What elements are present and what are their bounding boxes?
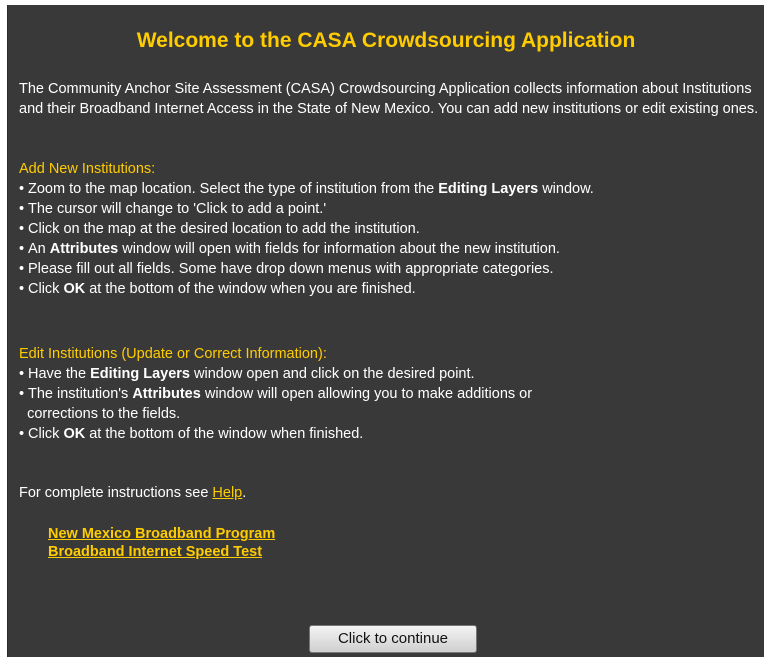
add-institutions-heading: Add New Institutions:	[19, 161, 156, 177]
add-institutions-list: • Zoom to the map location. Select the ty…	[19, 179, 764, 299]
instruction-emphasis: Editing Layers	[438, 181, 539, 197]
bullet-icon: •	[19, 221, 25, 237]
instruction-item: • Please fill out all fields. Some have d…	[19, 259, 764, 279]
edit-institutions-list: • Have the Editing Layers window open and…	[19, 364, 764, 444]
instruction-emphasis: Editing Layers	[90, 366, 190, 382]
bullet-icon: •	[19, 181, 25, 197]
intro-paragraph: The Community Anchor Site Assessment (CA…	[19, 81, 759, 117]
instruction-item: • Zoom to the map location. Select the ty…	[19, 179, 764, 199]
instruction-item: • The institution's Attributes window wil…	[19, 384, 764, 424]
help-link[interactable]: Help	[212, 485, 242, 501]
instruction-item: • Click OK at the bottom of the window wh…	[19, 279, 764, 299]
bullet-icon: •	[19, 241, 25, 257]
instruction-text: An	[28, 241, 50, 257]
welcome-dialog: Welcome to the CASA Crowdsourcing Applic…	[7, 5, 764, 657]
instruction-text: at the bottom of the window when finishe…	[85, 426, 364, 442]
instruction-emphasis: Attributes	[132, 386, 201, 402]
instruction-item: • An Attributes window will open with fie…	[19, 239, 764, 259]
instruction-item: • Click on the map at the desired locatio…	[19, 219, 764, 239]
speed-test-link[interactable]: Broadband Internet Speed Test	[48, 543, 275, 561]
instruction-item: • The cursor will change to 'Click to add…	[19, 199, 764, 219]
instruction-emphasis: OK	[63, 426, 86, 442]
help-text: For complete instructions see	[19, 485, 213, 501]
bullet-icon: •	[19, 201, 25, 217]
instruction-emphasis: Attributes	[49, 241, 119, 257]
bullet-icon: •	[19, 281, 25, 297]
app-frame: Welcome to the CASA Crowdsourcing Applic…	[0, 0, 767, 657]
instruction-emphasis: OK	[63, 281, 86, 297]
help-suffix: .	[242, 485, 247, 501]
instruction-text: window.	[538, 181, 594, 197]
bullet-icon: •	[19, 261, 25, 277]
external-links: New Mexico Broadband Program Broadband I…	[48, 525, 275, 561]
instruction-text: Please fill out all fields. Some have dr…	[28, 261, 554, 277]
instruction-text: at the bottom of the window when you are…	[85, 281, 416, 297]
instruction-text: Click on the map at the desired location…	[28, 221, 420, 237]
continue-button[interactable]: Click to continue	[309, 625, 477, 653]
instruction-text: window will open with fields for informa…	[118, 241, 560, 257]
instruction-item: • Click OK at the bottom of the window wh…	[19, 424, 764, 444]
instruction-text: The cursor will change to 'Click to add …	[28, 201, 327, 217]
instruction-text: Click	[28, 281, 64, 297]
instruction-text: The institution's	[28, 386, 133, 402]
instruction-text: Have the	[28, 366, 91, 382]
bullet-icon: •	[19, 426, 25, 442]
dialog-title: Welcome to the CASA Crowdsourcing Applic…	[136, 29, 636, 52]
instruction-item: • Have the Editing Layers window open and…	[19, 364, 764, 384]
bullet-icon: •	[19, 366, 25, 382]
instruction-text: window open and click on the desired poi…	[190, 366, 475, 382]
nm-broadband-program-link[interactable]: New Mexico Broadband Program	[48, 525, 275, 543]
help-line: For complete instructions see Help.	[19, 483, 246, 503]
instruction-text: Zoom to the map location. Select the typ…	[28, 181, 439, 197]
edit-institutions-heading: Edit Institutions (Update or Correct Inf…	[19, 346, 327, 362]
bullet-icon: •	[19, 386, 25, 402]
instruction-text: Click	[28, 426, 64, 442]
